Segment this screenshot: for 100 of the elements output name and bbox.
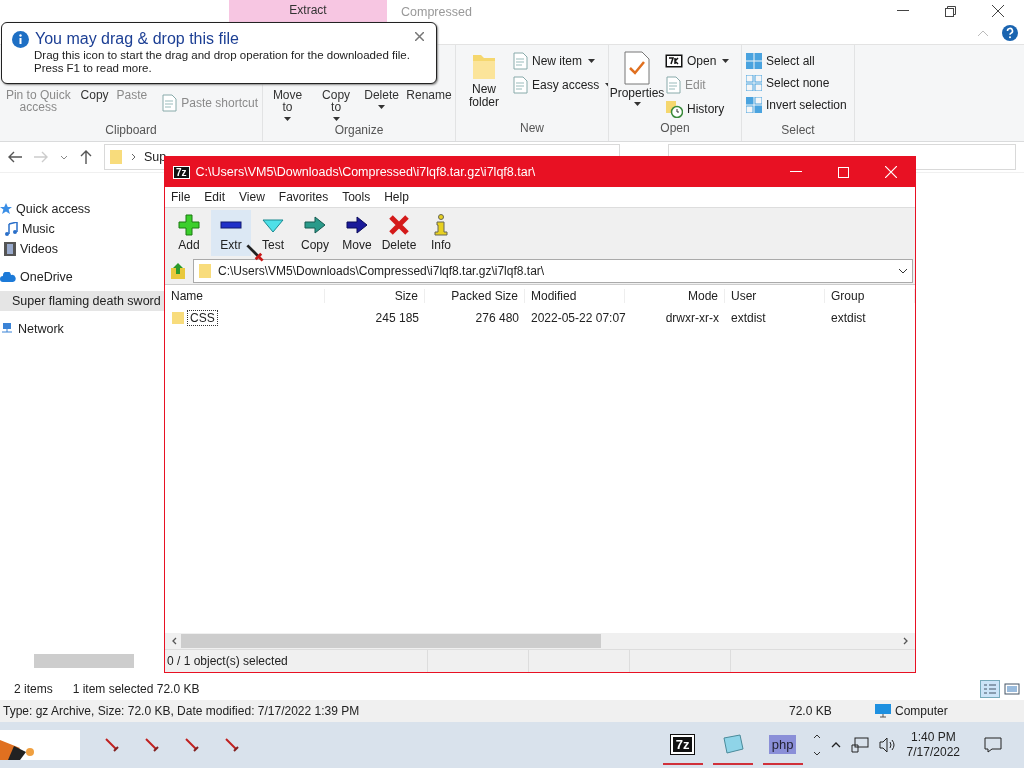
ribbon-button[interactable]: Rename bbox=[407, 89, 451, 101]
ribbon-button[interactable]: Select none bbox=[746, 73, 847, 93]
computer-icon bbox=[875, 704, 891, 718]
context-tab[interactable]: Extract bbox=[229, 0, 387, 22]
chevron-icon bbox=[131, 153, 136, 161]
caret-icon[interactable] bbox=[60, 154, 68, 160]
table-cell-text: drwxr-xr-x bbox=[664, 311, 720, 325]
taskbar-app[interactable]: php bbox=[762, 725, 803, 765]
sword-icon[interactable] bbox=[144, 737, 160, 753]
close-icon[interactable] bbox=[992, 5, 1004, 17]
ribbon-button[interactable]: Open bbox=[665, 51, 730, 71]
up-folder-icon[interactable] bbox=[169, 262, 187, 280]
status-text: 1 item selected 72.0 KB bbox=[72, 682, 200, 696]
restore-icon[interactable] bbox=[945, 5, 956, 17]
toolbar-button[interactable]: Extr bbox=[211, 210, 251, 256]
ribbon-button[interactable]: History bbox=[665, 99, 730, 119]
scroll-left-icon[interactable] bbox=[171, 637, 177, 645]
chevron-up-icon[interactable] bbox=[830, 742, 841, 748]
help-icon[interactable] bbox=[1002, 25, 1018, 41]
ribbon-button[interactable]: Move to bbox=[267, 89, 309, 121]
details-size: 72.0 KB bbox=[789, 704, 833, 718]
properties-icon bbox=[623, 51, 651, 85]
menu-item[interactable]: Edit bbox=[204, 190, 226, 204]
column-header[interactable]: Packed Size bbox=[425, 289, 525, 303]
details-text: Type: gz Archive, Size: 72.0 KB, Date modified: 7/17/2022 1:39 PM bbox=[3, 704, 361, 718]
ribbon-button[interactable]: Invert selection bbox=[746, 95, 847, 115]
network-icon[interactable] bbox=[850, 737, 869, 753]
film-icon bbox=[4, 242, 16, 256]
sword-icon[interactable] bbox=[224, 737, 240, 753]
info-icon bbox=[434, 214, 448, 236]
notepad-icon bbox=[721, 734, 744, 754]
sword-icon[interactable] bbox=[104, 737, 120, 753]
caret-icon bbox=[633, 102, 641, 106]
toolbar-button[interactable]: Test bbox=[253, 210, 293, 256]
ribbon-button[interactable]: Easy access bbox=[512, 75, 608, 95]
sidebar-item[interactable]: Super flaming death sword bbox=[0, 291, 165, 311]
folder-icon bbox=[171, 311, 185, 325]
column-header[interactable]: Size bbox=[325, 289, 425, 303]
path-field[interactable]: C:\Users\VM5\Downloads\Compressed\i7lqf8.tar.gz\i7lqf8.tar\ bbox=[193, 259, 913, 283]
taskbar-app[interactable]: 7z bbox=[662, 725, 703, 765]
archive-icon bbox=[665, 54, 683, 68]
scroll-up-icon[interactable] bbox=[812, 734, 821, 739]
ribbon-button[interactable]: Delete bbox=[364, 89, 399, 109]
ribbon-button[interactable]: New folder bbox=[460, 51, 508, 109]
sidebar-item[interactable]: Quick access bbox=[0, 199, 165, 219]
maximize-icon[interactable] bbox=[838, 166, 849, 178]
back-icon[interactable] bbox=[8, 151, 22, 163]
arrow-icon bbox=[346, 214, 368, 236]
delete-icon bbox=[388, 214, 410, 236]
up-icon[interactable] bbox=[80, 150, 92, 164]
group-label: Open bbox=[659, 121, 691, 137]
sidebar-item[interactable]: Network bbox=[0, 319, 165, 339]
menu-item[interactable]: Help bbox=[384, 190, 409, 204]
dropdown-icon bbox=[898, 268, 908, 274]
window-title: C:\Users\VM5\Downloads\Compressed\i7lqf8.tar.gz\i7lqf8.tar\ bbox=[195, 165, 536, 179]
column-header[interactable]: Group bbox=[825, 289, 915, 303]
clock[interactable]: 1:40 PM 7/17/2022 bbox=[906, 730, 960, 760]
toolbar-button[interactable]: Add bbox=[169, 210, 209, 256]
ribbon-button[interactable]: Copy to bbox=[316, 89, 357, 121]
notifications-icon[interactable] bbox=[984, 737, 1002, 753]
volume-icon[interactable] bbox=[878, 737, 897, 753]
group-label: Organize bbox=[333, 123, 385, 139]
menu-item[interactable]: Favorites bbox=[278, 190, 329, 204]
ribbon-button[interactable]: New item bbox=[512, 51, 608, 71]
status-text: 0 / 1 object(s) selected bbox=[165, 650, 428, 672]
caret-icon bbox=[332, 117, 340, 121]
group-label: New bbox=[519, 121, 545, 137]
grid-icon bbox=[746, 97, 762, 113]
table-cell-text: 245 185 bbox=[374, 311, 420, 325]
toolbar-button[interactable]: Delete bbox=[379, 210, 419, 256]
minimize-icon[interactable] bbox=[790, 171, 802, 173]
column-header[interactable]: Mode bbox=[625, 289, 725, 303]
scroll-right-icon[interactable] bbox=[903, 637, 909, 645]
table-cell[interactable]: CSS bbox=[187, 310, 218, 326]
sidebar-item[interactable]: Videos bbox=[0, 239, 165, 259]
app-logo: 7z bbox=[173, 165, 190, 179]
table-cell-text: 2022-05-22 07:07 bbox=[530, 311, 625, 325]
column-header[interactable]: Modified bbox=[525, 289, 625, 303]
minimize-icon[interactable] bbox=[897, 10, 909, 12]
menu-item[interactable]: Tools bbox=[342, 190, 371, 204]
scroll-down-icon[interactable] bbox=[812, 751, 821, 756]
close-icon[interactable] bbox=[415, 32, 424, 41]
toolbar-button[interactable]: Copy bbox=[295, 210, 335, 256]
group-label: Clipboard bbox=[104, 123, 158, 139]
sidebar-item[interactable]: Music bbox=[0, 219, 165, 239]
grid-icon bbox=[746, 53, 762, 69]
balloon-text: Drag this icon to start the drag and drop operation for the downloaded file. bbox=[33, 49, 411, 62]
table-cell-text: extdist bbox=[730, 311, 767, 325]
ribbon-button[interactable]: Select all bbox=[746, 51, 847, 71]
sidebar-item[interactable]: OneDrive bbox=[0, 267, 165, 287]
column-header[interactable]: Name bbox=[165, 289, 325, 303]
sword-cursor-icon bbox=[246, 244, 264, 262]
menu-item[interactable]: File bbox=[171, 190, 191, 204]
scrollbar[interactable] bbox=[165, 633, 915, 649]
ribbon-button[interactable]: Copy bbox=[80, 89, 109, 101]
toolbar-button[interactable]: Move bbox=[337, 210, 377, 256]
toolbar-button[interactable]: Info bbox=[421, 210, 461, 256]
column-header[interactable]: User bbox=[725, 289, 825, 303]
sword-icon[interactable] bbox=[184, 737, 200, 753]
menu-item[interactable]: View bbox=[239, 190, 265, 204]
